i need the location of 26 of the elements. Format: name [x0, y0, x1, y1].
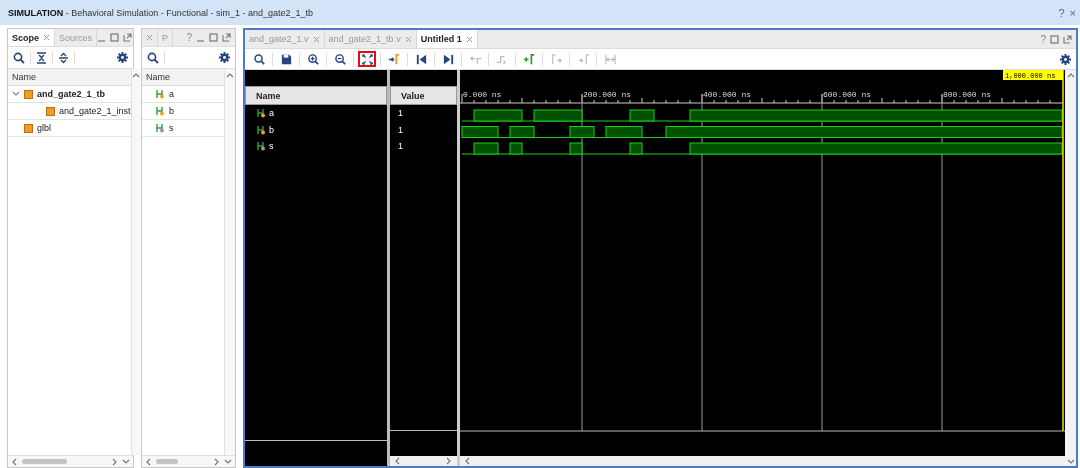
column-header[interactable]: Name [245, 86, 387, 105]
signal-value: 1 [398, 141, 403, 152]
close-button[interactable]: × [1069, 6, 1076, 19]
object-name[interactable]: s [169, 123, 174, 133]
time-label: 400.000 ns [703, 90, 751, 99]
tree-item[interactable]: and_gate2_1_tb [37, 89, 106, 99]
object-name[interactable]: a [169, 89, 174, 99]
signal-value: 1 [398, 108, 403, 119]
editor-tab[interactable]: Untitled 1 [416, 30, 478, 48]
time-label: 200.000 ns [583, 90, 631, 99]
signal-value: 1 [398, 124, 403, 135]
signal-name[interactable]: a [269, 108, 274, 119]
object-name[interactable]: b [169, 106, 174, 116]
signal-name[interactable]: s [269, 141, 274, 152]
column-header[interactable]: Name [142, 69, 224, 86]
time-label: 600.000 ns [823, 90, 871, 99]
window-title: SIMULATION - Behavioral Simulation - Functional - sim_1 - and_gate2_1_tb [8, 7, 314, 18]
time-label: 800.000 ns [943, 90, 991, 99]
tree-item[interactable]: and_gate2_1_inst [59, 106, 131, 116]
column-header[interactable]: Value [390, 86, 457, 105]
help-button[interactable]: ? [1058, 6, 1065, 19]
panel-tab[interactable]: Scope [8, 29, 55, 46]
column-header[interactable]: Name [8, 69, 131, 86]
signal-name[interactable]: b [269, 124, 274, 135]
tree-item[interactable]: glbl [37, 123, 51, 133]
time-label: 0.000 ns [463, 90, 502, 99]
